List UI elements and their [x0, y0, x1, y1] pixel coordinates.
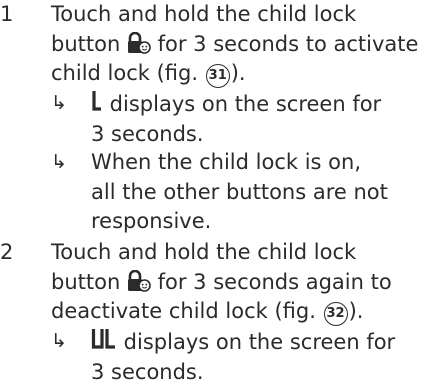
result-text-part: displays on the screen for [103, 92, 382, 116]
instruction-text: button [51, 31, 127, 56]
instruction-text: for 3 seconds to activate [150, 31, 419, 56]
instruction-text: child lock (fig. [51, 61, 205, 85]
instruction-line: button for 3 seconds again to [51, 268, 445, 298]
instruction-text: button [51, 269, 127, 294]
result-text: displays on the screen for 3 seconds. [91, 327, 445, 387]
instruction-text: deactivate child lock (fig. [51, 299, 323, 323]
figure-reference: 32 [323, 302, 348, 326]
result-line: displays on the screen for [91, 89, 445, 120]
figure-reference: 31 [205, 64, 230, 88]
result-arrow-icon: ↳ [51, 92, 67, 114]
result-text: When the child lock is on, all the other… [91, 148, 445, 237]
display-glyph-UL [91, 329, 115, 349]
result-arrow-icon: ↳ [51, 151, 67, 173]
instruction-line: button for 3 seconds to activate [51, 30, 445, 60]
instruction-text: for 3 seconds again to [150, 269, 392, 294]
result-arrow-icon: ↳ [51, 330, 67, 352]
step-instruction: Touch and hold the child lock button for… [51, 0, 445, 89]
result-line: displays on the screen for [91, 327, 445, 358]
child-lock-icon [127, 31, 151, 54]
result-line: responsive. [91, 209, 212, 233]
instruction-line: child lock (fig. 31). [51, 59, 445, 89]
step-number: 1 [0, 2, 14, 26]
child-lock-icon [127, 269, 151, 292]
step-number: 2 [0, 240, 14, 264]
instruction-text: ). [348, 299, 364, 323]
result-text: displays on the screen for 3 seconds. [91, 89, 445, 149]
result-text-part: displays on the screen for [117, 330, 396, 354]
step-instruction: Touch and hold the child lock button for… [51, 238, 445, 327]
instruction-line: Touch and hold the child lock [51, 240, 357, 264]
result-line: all the other buttons are not [91, 179, 388, 204]
result-line: 3 seconds. [91, 359, 204, 384]
display-glyph-L [92, 91, 101, 111]
instruction-text: ). [230, 61, 246, 85]
result-line: 3 seconds. [91, 121, 204, 146]
instruction-line: Touch and hold the child lock [51, 2, 357, 26]
result-line: When the child lock is on, [91, 150, 361, 174]
instruction-line: deactivate child lock (fig. 32). [51, 297, 445, 327]
